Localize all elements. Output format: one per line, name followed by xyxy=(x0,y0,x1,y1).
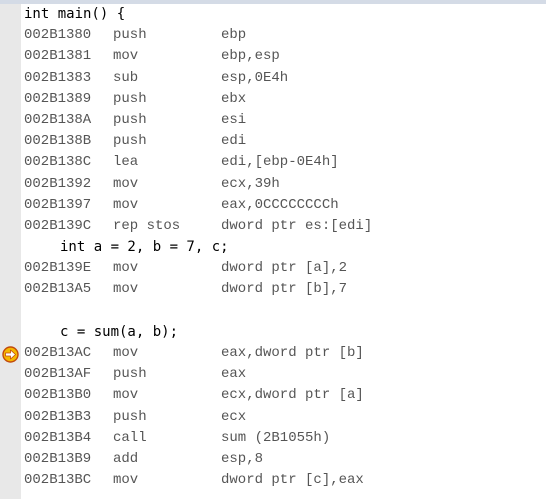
asm-operands: dword ptr [c],eax xyxy=(221,472,364,489)
source-line-decl: int a = 2, b = 7, c; xyxy=(60,239,229,256)
asm-address: 002B139E xyxy=(24,260,92,277)
asm-mnemonic: call xyxy=(113,429,147,446)
asm-line[interactable]: 002B13B3 push ecx xyxy=(24,407,546,428)
asm-address: 002B1381 xyxy=(24,48,92,65)
asm-mnemonic: add xyxy=(113,450,139,467)
asm-line[interactable]: 002B13B0 mov ecx,dword ptr [a] xyxy=(24,385,546,406)
asm-address: 002B1380 xyxy=(24,27,92,44)
asm-operands: eax,0CCCCCCCCh xyxy=(221,196,339,213)
asm-line[interactable]: 002B138B push edi xyxy=(24,131,546,152)
asm-line[interactable]: 002B138A push esi xyxy=(24,110,546,131)
asm-mnemonic: lea xyxy=(113,154,139,171)
asm-operands: sum (2B1055h) xyxy=(221,429,331,446)
asm-line[interactable]: 002B1389 push ebx xyxy=(24,89,546,110)
asm-address: 002B13B0 xyxy=(24,387,92,404)
asm-mnemonic: push xyxy=(113,408,147,425)
asm-mnemonic: rep stos xyxy=(113,217,181,234)
disassembly-code: int main() { 002B1380 push ebp 002B1381 mov… xyxy=(24,4,546,491)
asm-operands: esp,0E4h xyxy=(221,69,289,86)
asm-mnemonic: mov xyxy=(113,260,139,277)
asm-mnemonic: mov xyxy=(113,345,139,361)
asm-address: 002B139C xyxy=(24,217,92,234)
source-line-func-header: int main() { xyxy=(24,6,126,22)
asm-operands: dword ptr es:[edi] xyxy=(221,217,373,234)
asm-address: 002B1383 xyxy=(24,69,92,86)
source-line-call: c = sum(a, b); xyxy=(60,323,179,340)
asm-operands: dword ptr [b],7 xyxy=(221,281,348,298)
asm-line[interactable]: 002B1383 sub esp,0E4h xyxy=(24,68,546,89)
asm-operands: eax xyxy=(221,366,247,383)
asm-mnemonic: mov xyxy=(113,175,139,192)
asm-operands: ebp,esp xyxy=(221,48,280,65)
asm-line-current[interactable]: 002B13AC mov eax,dword ptr [b] xyxy=(24,343,546,364)
asm-address: 002B1392 xyxy=(24,175,92,192)
asm-address: 002B138B xyxy=(24,133,92,150)
current-instruction-arrow-icon[interactable] xyxy=(2,346,19,363)
asm-mnemonic: mov xyxy=(113,387,139,404)
asm-line[interactable]: 002B13AF push eax xyxy=(24,364,546,385)
asm-operands: edi xyxy=(221,133,247,150)
asm-address: 002B138C xyxy=(24,154,92,171)
asm-mnemonic: push xyxy=(113,366,147,383)
asm-line[interactable]: 002B1397 mov eax,0CCCCCCCCh xyxy=(24,195,546,216)
asm-mnemonic: mov xyxy=(113,48,139,65)
asm-address: 002B13B3 xyxy=(24,408,92,425)
asm-line[interactable]: 002B13B9 add esp,8 xyxy=(24,449,546,470)
asm-address: 002B13AF xyxy=(24,366,92,383)
asm-address: 002B13AC xyxy=(24,345,92,361)
disassembly-window: int main() { 002B1380 push ebp 002B1381 mov… xyxy=(0,0,546,499)
asm-operands: ecx,dword ptr [a] xyxy=(221,387,364,404)
asm-line[interactable]: 002B138C lea edi,[ebp-0E4h] xyxy=(24,152,546,173)
asm-address: 002B13A5 xyxy=(24,281,92,298)
asm-operands: ecx,39h xyxy=(221,175,280,192)
asm-mnemonic: push xyxy=(113,90,147,107)
asm-address: 002B1389 xyxy=(24,90,92,107)
asm-line[interactable]: 002B1380 push ebp xyxy=(24,25,546,46)
asm-mnemonic: sub xyxy=(113,69,139,86)
asm-line[interactable]: 002B1381 mov ebp,esp xyxy=(24,46,546,67)
asm-operands: dword ptr [a],2 xyxy=(221,260,348,277)
asm-operands: ecx xyxy=(221,408,247,425)
asm-mnemonic: mov xyxy=(113,472,139,489)
asm-operands: esp,8 xyxy=(221,450,264,467)
asm-line[interactable]: 002B13BC mov dword ptr [c],eax xyxy=(24,470,546,491)
asm-address: 002B13B4 xyxy=(24,429,92,446)
asm-line[interactable]: 002B139C rep stos dword ptr es:[edi] xyxy=(24,216,546,237)
breakpoint-gutter[interactable] xyxy=(0,4,21,499)
asm-address: 002B13B9 xyxy=(24,450,92,467)
asm-line[interactable]: 002B139E mov dword ptr [a],2 xyxy=(24,258,546,279)
asm-line[interactable]: 002B1392 mov ecx,39h xyxy=(24,174,546,195)
asm-mnemonic: push xyxy=(113,133,147,150)
asm-mnemonic: push xyxy=(113,27,147,44)
asm-address: 002B1397 xyxy=(24,196,92,213)
asm-operands: ebp xyxy=(221,27,247,44)
asm-mnemonic: push xyxy=(113,111,147,128)
asm-mnemonic: mov xyxy=(113,196,139,213)
asm-line[interactable]: 002B13B4 call sum (2B1055h) xyxy=(24,428,546,449)
asm-address: 002B138A xyxy=(24,111,92,128)
asm-line[interactable]: 002B13A5 mov dword ptr [b],7 xyxy=(24,279,546,300)
asm-operands: ebx xyxy=(221,90,247,107)
asm-operands: edi,[ebp-0E4h] xyxy=(221,154,339,171)
asm-operands: esi xyxy=(221,111,247,128)
asm-address: 002B13BC xyxy=(24,472,92,489)
asm-operands: eax,dword ptr [b] xyxy=(221,345,364,361)
asm-mnemonic: mov xyxy=(113,281,139,298)
